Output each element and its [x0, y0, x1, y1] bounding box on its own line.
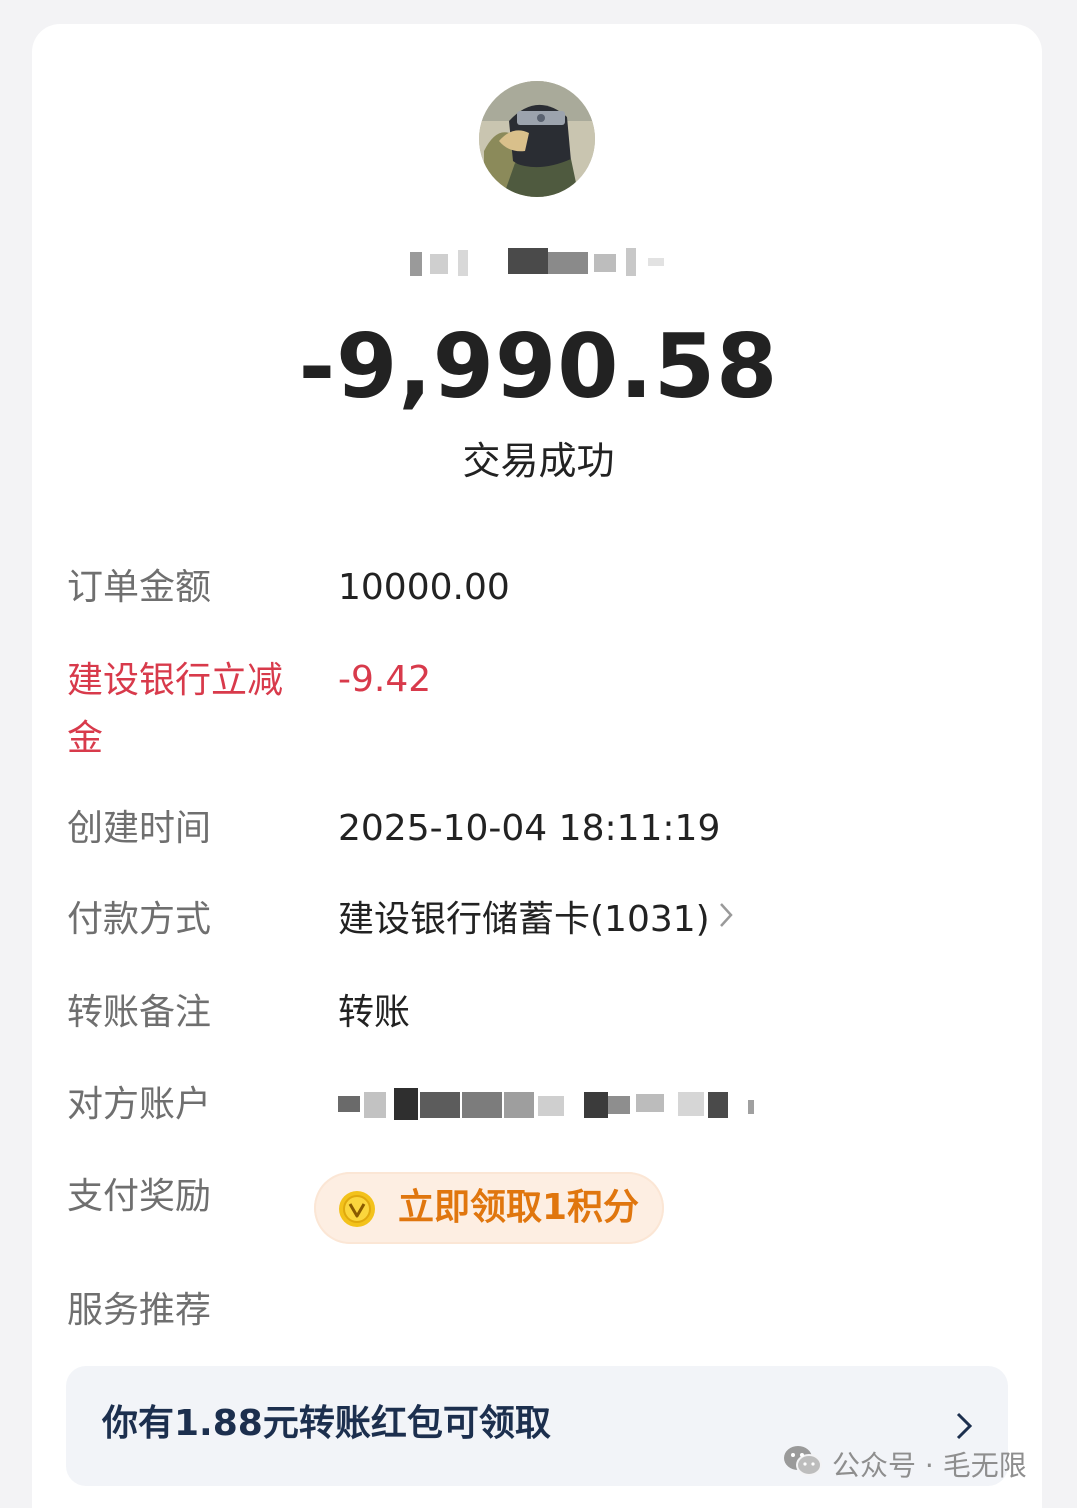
claim-points-label: 立即领取1积分: [398, 1187, 640, 1228]
order-amount-value: 10000.00: [338, 567, 510, 608]
chevron-right-icon: [718, 890, 734, 946]
counterparty-account-blurred: [338, 1088, 754, 1120]
watermark-text: 公众号 · 毛无限: [832, 1449, 1027, 1482]
payment-reward-label: 支付奖励: [67, 1176, 212, 1217]
payment-method-row[interactable]: 建设银行储蓄卡(1031): [338, 892, 734, 948]
avatar[interactable]: [479, 81, 595, 197]
created-time-label: 创建时间: [67, 808, 212, 849]
order-amount-label: 订单金额: [67, 567, 212, 608]
coin-icon: [339, 1191, 375, 1227]
counterparty-account-label: 对方账户: [67, 1084, 212, 1125]
transaction-status: 交易成功: [462, 439, 615, 483]
transaction-amount: -9,990.58: [298, 315, 779, 418]
claim-points-button[interactable]: 立即领取1积分: [314, 1172, 664, 1244]
transfer-note-label: 转账备注: [67, 992, 212, 1033]
watermark: 公众号 · 毛无限: [782, 1445, 1027, 1486]
discount-label: 建设银行立减金: [67, 660, 284, 759]
wechat-icon: [782, 1443, 822, 1490]
service-recommend-label: 服务推荐: [67, 1290, 212, 1331]
created-time-value: 2025-10-04 18:11:19: [338, 808, 721, 849]
transfer-note-value: 转账: [338, 992, 411, 1033]
payment-method-label: 付款方式: [67, 899, 212, 940]
discount-value: -9.42: [338, 659, 432, 700]
counterparty-name-blurred: [410, 248, 664, 276]
payment-method-value: 建设银行储蓄卡(1031): [338, 899, 710, 940]
chevron-right-icon: [954, 1410, 974, 1446]
promo-text: 你有1.88元转账红包可领取: [102, 1403, 551, 1444]
transaction-detail-page: -9,990.58 交易成功 订单金额 10000.00 建设银行立减金 -9.…: [0, 0, 1077, 1508]
